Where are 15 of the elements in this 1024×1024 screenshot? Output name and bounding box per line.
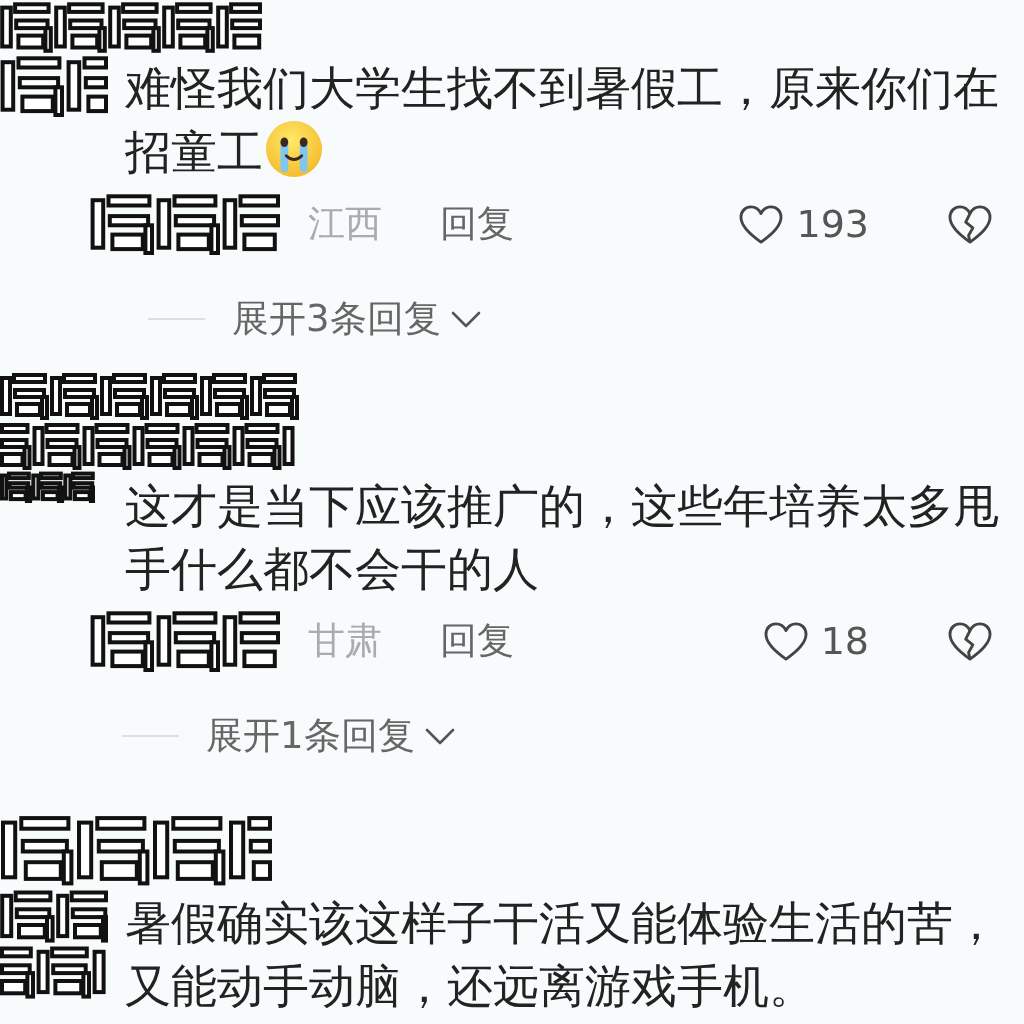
reply-button[interactable]: 回复	[440, 616, 514, 666]
expand-replies-button[interactable]: 展开1条回复	[206, 711, 455, 761]
reply-button[interactable]: 回复	[440, 199, 514, 249]
expand-replies-button[interactable]: 展开3条回复	[232, 294, 481, 344]
location-label: 甘肃	[308, 618, 382, 664]
like-button[interactable]: 193	[738, 202, 869, 246]
chevron-down-icon	[424, 727, 455, 745]
comment-text: 暑假确实该这样子干活又能体验生活的苦，又能动手动脑，还远离游戏手机。	[125, 896, 999, 1013]
chevron-down-icon	[450, 310, 481, 328]
broken-heart-icon[interactable]	[947, 620, 993, 662]
comment-text: 这才是当下应该推广的，这些年培养太多甩手什么都不会干的人	[125, 479, 999, 596]
like-button[interactable]: 18	[762, 619, 869, 663]
location-label: 江西	[308, 201, 382, 247]
comment-text: 难怪我们大学生找不到暑假工，原来你们在招童工	[125, 61, 999, 179]
broken-heart-icon[interactable]	[947, 203, 993, 245]
